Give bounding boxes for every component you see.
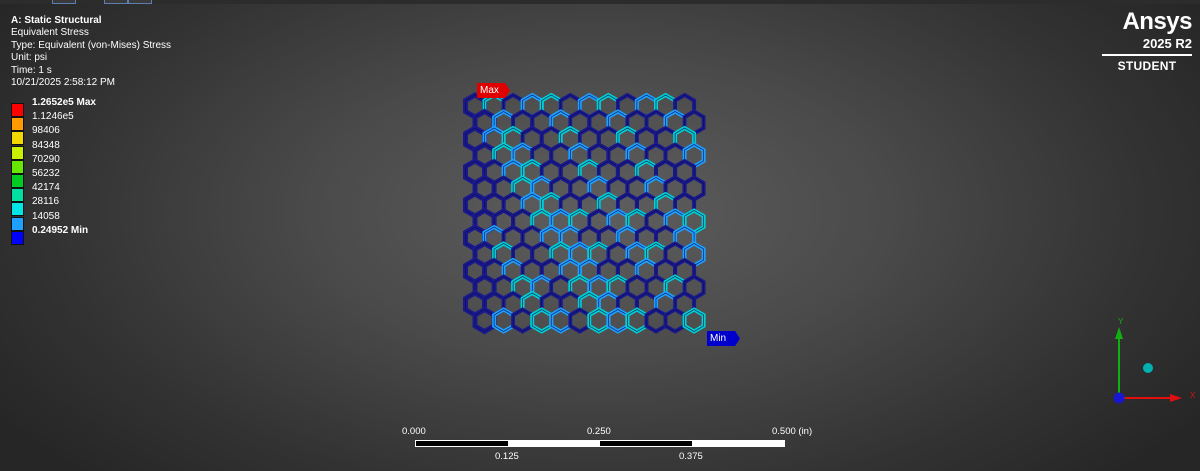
- analysis-title: A: Static Structural: [11, 15, 102, 26]
- legend-color-swatch: [11, 230, 24, 245]
- honeycomb-cell: [472, 306, 497, 335]
- max-probe-label[interactable]: Max: [477, 83, 510, 98]
- honeycomb-cell: [568, 307, 592, 334]
- result-info: A: Static Structural Equivalent Stress T…: [11, 15, 171, 89]
- honeycomb-cell: [530, 307, 554, 334]
- legend-value-label: 84348: [32, 139, 60, 151]
- scale-label-125: 0.125: [495, 451, 519, 462]
- toolbar-strip: [0, 0, 1200, 4]
- result-name: Equivalent Stress: [11, 27, 89, 39]
- scale-label-250: 0.250: [587, 426, 611, 437]
- scale-bar: 0.000 0.250 0.500 (in) 0.125 0.375: [402, 424, 812, 464]
- legend-value-label: 56232: [32, 167, 60, 179]
- coordinate-triad[interactable]: Y X: [1100, 315, 1200, 410]
- scale-bar-track: [415, 440, 785, 447]
- min-probe-label[interactable]: Min: [707, 331, 740, 346]
- legend-color-swatch: [11, 103, 24, 117]
- legend-color-swatch: [11, 159, 24, 174]
- y-axis-arrow: [1115, 327, 1123, 339]
- result-time: Time: 1 s: [11, 64, 52, 76]
- logo-divider: [1102, 54, 1192, 56]
- legend-color-swatch: [11, 145, 24, 160]
- scale-segment: [416, 441, 508, 446]
- legend-value-label: 1.2652e5 Max: [32, 97, 96, 108]
- honeycomb-cell: [682, 307, 706, 334]
- logo-brand: Ansys: [1122, 8, 1192, 35]
- toolbar-button[interactable]: [52, 0, 76, 4]
- z-axis-dot: [1113, 392, 1125, 404]
- legend-color-swatch: [11, 117, 24, 132]
- honeycomb-cell: [625, 307, 649, 334]
- scale-label-500: 0.500 (in): [772, 426, 813, 437]
- legend-value-label: 42174: [32, 182, 60, 194]
- legend-value-label: 0.24952 Min: [32, 224, 89, 236]
- legend-value-label: 70290: [32, 153, 60, 165]
- result-unit: Unit: psi: [11, 52, 48, 64]
- honeycomb-cell: [606, 307, 630, 334]
- honeycomb-cell: [492, 307, 516, 334]
- x-axis-arrow: [1170, 394, 1182, 402]
- isometric-view-ball[interactable]: [1143, 363, 1153, 373]
- honeycomb-cell: [549, 307, 573, 334]
- honeycomb-mesh-model[interactable]: [455, 80, 755, 400]
- honeycomb-cell: [511, 307, 535, 334]
- logo-edition: STUDENT: [1117, 58, 1177, 73]
- logo-release: 2025 R2: [1142, 36, 1192, 51]
- scale-label-375: 0.375: [679, 451, 703, 462]
- legend-value-label: 1.1246e5: [32, 111, 74, 123]
- honeycomb-cell: [587, 307, 611, 334]
- legend-value-label: 98406: [32, 125, 60, 137]
- toolbar-button[interactable]: [128, 0, 152, 4]
- y-axis-label: Y: [1118, 317, 1124, 326]
- legend-color-swatch: [11, 188, 24, 203]
- toolbar-button[interactable]: [104, 0, 128, 4]
- legend-color-swatch: [11, 131, 24, 146]
- result-type: Type: Equivalent (von-Mises) Stress: [11, 39, 172, 51]
- legend-color-swatch: [11, 173, 24, 188]
- legend-color-swatch: [11, 202, 24, 217]
- legend-value-label: 28116: [32, 196, 60, 208]
- ansys-logo: Ansys 2025 R2 STUDENT: [1102, 8, 1193, 73]
- scale-label-0: 0.000: [402, 426, 426, 437]
- honeycomb-cell: [663, 307, 687, 334]
- legend-color-swatch: [11, 216, 24, 231]
- x-axis-label: X: [1190, 391, 1196, 400]
- scale-segment: [600, 441, 692, 446]
- result-timestamp: 10/21/2025 2:58:12 PM: [11, 77, 115, 89]
- honeycomb-cell: [644, 307, 668, 334]
- legend-value-label: 14058: [32, 210, 60, 222]
